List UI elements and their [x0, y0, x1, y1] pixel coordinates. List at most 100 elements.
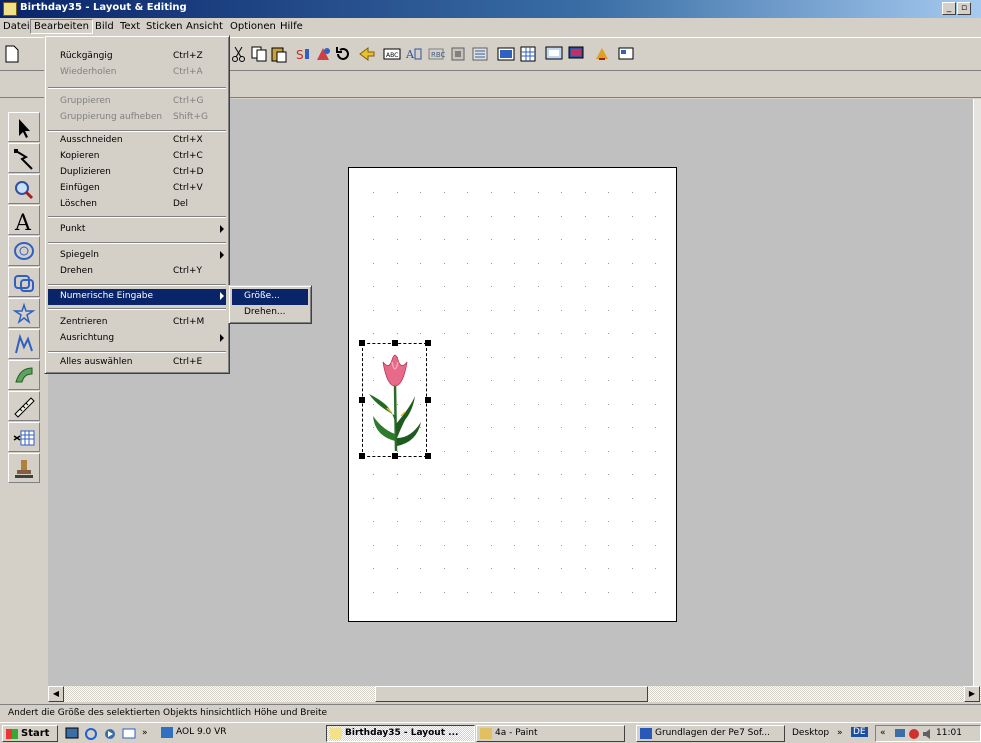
resize-handle-tr[interactable]	[425, 340, 431, 346]
applique-tool[interactable]	[8, 298, 40, 328]
menu-bearbeiten[interactable]: Bearbeiten	[30, 19, 93, 34]
undo-arrow-icon[interactable]	[358, 45, 376, 63]
menu-item-paste[interactable]: Einfügen Ctrl+V	[48, 181, 226, 197]
grid-icon[interactable]	[519, 45, 537, 63]
grid-dot	[373, 263, 374, 264]
menu-item-undo[interactable]: Rückgängig Ctrl+Z	[48, 49, 226, 65]
color-swap-icon[interactable]	[314, 45, 332, 63]
measure-tool[interactable]	[8, 391, 40, 421]
menu-bild[interactable]: Bild	[95, 21, 114, 32]
copy-icon[interactable]	[250, 45, 268, 63]
network-tray-icon[interactable]	[894, 728, 906, 739]
system-tray: « 11:01	[875, 725, 981, 742]
menu-item-numeric-input[interactable]: Numerische Eingabe	[48, 289, 226, 305]
menu-item-mirror[interactable]: Spiegeln	[48, 248, 226, 264]
new-file-icon[interactable]	[3, 45, 21, 63]
grid-dot	[444, 545, 445, 546]
scroll-thumb[interactable]	[375, 686, 648, 702]
grid-dot	[585, 498, 586, 499]
menu-item-align[interactable]: Ausrichtung	[48, 331, 226, 347]
explorer-quicklaunch-icon[interactable]	[122, 727, 136, 740]
paste-icon[interactable]	[270, 45, 288, 63]
menu-ansicht[interactable]: Ansicht	[186, 21, 223, 32]
menu-item-rotate[interactable]: Drehen Ctrl+Y	[48, 264, 226, 280]
volume-tray-icon[interactable]	[922, 728, 934, 739]
select-tool[interactable]	[8, 112, 40, 142]
media-quicklaunch-icon[interactable]	[103, 727, 117, 740]
horizontal-scrollbar[interactable]: ◀ ▶	[48, 686, 981, 702]
monitor-icon[interactable]	[567, 45, 585, 63]
stamp-icon[interactable]	[449, 45, 467, 63]
grid-dot	[467, 451, 468, 452]
text-abc-icon[interactable]: ABC	[383, 45, 401, 63]
menu-optionen[interactable]: Optionen	[230, 21, 276, 32]
zoom-tool[interactable]	[8, 174, 40, 204]
ie-quicklaunch-icon[interactable]	[84, 727, 98, 740]
outline-tool[interactable]	[8, 236, 40, 266]
stitch-tool[interactable]	[8, 360, 40, 390]
quicklaunch-more-icon[interactable]: »	[142, 728, 148, 738]
submenu-item-rotate[interactable]: Drehen...	[232, 305, 308, 321]
menu-item-point[interactable]: Punkt	[48, 222, 226, 238]
design-page[interactable]	[348, 167, 677, 622]
start-button[interactable]: Start	[2, 725, 58, 742]
scroll-left-button[interactable]: ◀	[48, 686, 64, 702]
menu-item-select-all[interactable]: Alles auswählen Ctrl+E	[48, 355, 226, 371]
menu-item-copy[interactable]: Kopieren Ctrl+C	[48, 149, 226, 165]
menu-sticken[interactable]: Sticken	[146, 21, 182, 32]
grid-dot	[585, 521, 586, 522]
grid-dot	[655, 451, 656, 452]
menu-item-cut[interactable]: Ausschneiden Ctrl+X	[48, 133, 226, 149]
language-indicator[interactable]: DE	[851, 727, 868, 737]
task-birthday35[interactable]: Birthday35 - Layout ...	[326, 725, 475, 742]
submenu-item-size[interactable]: Größe...	[232, 289, 308, 305]
minimize-button[interactable]: _	[942, 2, 956, 15]
manual-punch-tool[interactable]	[8, 329, 40, 359]
split-tool[interactable]	[8, 422, 40, 452]
grid-dot	[444, 404, 445, 405]
desktop-quicklaunch-icon[interactable]	[65, 727, 79, 740]
restore-button[interactable]: ▫	[957, 2, 971, 15]
grid-dot	[467, 263, 468, 264]
tray-expand-icon[interactable]: «	[880, 728, 886, 738]
grid-dot	[585, 568, 586, 569]
grid-dot	[420, 239, 421, 240]
menu-datei[interactable]: Datei	[3, 21, 30, 32]
task-paint[interactable]: 4a - Paint	[476, 725, 625, 742]
grid-dot	[373, 592, 374, 593]
text-tool[interactable]: A	[8, 205, 40, 235]
selected-object-bounds[interactable]	[359, 340, 431, 459]
grid-dot	[585, 545, 586, 546]
menu-item-delete[interactable]: Löschen Del	[48, 197, 226, 213]
task-aol[interactable]: AOL 9.0 VR	[158, 725, 308, 742]
resize-handle-r[interactable]	[425, 397, 431, 403]
hoop-view-icon[interactable]	[497, 45, 515, 63]
submenu-arrow-icon	[220, 292, 224, 300]
toolbar-more-icon[interactable]: »	[837, 728, 843, 738]
pattern-icon[interactable]	[471, 45, 489, 63]
frame-icon[interactable]: RBC	[427, 45, 445, 63]
menu-item-duplicate[interactable]: Duplizieren Ctrl+D	[48, 165, 226, 181]
stitch-order-icon[interactable]: S	[294, 45, 312, 63]
grid-dot	[467, 380, 468, 381]
desktop-toolbar-label[interactable]: Desktop	[792, 728, 829, 738]
preview-icon[interactable]	[545, 45, 563, 63]
menu-text[interactable]: Text	[120, 21, 140, 32]
write-card-icon[interactable]	[617, 45, 635, 63]
task-grundlagen[interactable]: Grundlagen der Pe7 Sof...	[636, 725, 785, 742]
resize-handle-br[interactable]	[425, 453, 431, 459]
point-edit-tool[interactable]	[8, 143, 40, 173]
menu-hilfe[interactable]: Hilfe	[280, 21, 303, 32]
security-tray-icon[interactable]	[908, 728, 920, 739]
menu-item-center[interactable]: Zentrieren Ctrl+M	[48, 315, 226, 331]
scroll-right-button[interactable]: ▶	[964, 686, 980, 702]
clock[interactable]: 11:01	[936, 728, 962, 738]
app-icon[interactable]	[3, 2, 17, 16]
shape-tool[interactable]	[8, 267, 40, 297]
transfer-icon[interactable]	[593, 45, 611, 63]
monogram-icon[interactable]: A	[405, 45, 423, 63]
rotate-icon[interactable]	[334, 45, 352, 63]
cut-icon[interactable]	[230, 45, 248, 63]
stamp-tool[interactable]	[8, 453, 40, 483]
vertical-scrollbar[interactable]	[973, 99, 981, 686]
